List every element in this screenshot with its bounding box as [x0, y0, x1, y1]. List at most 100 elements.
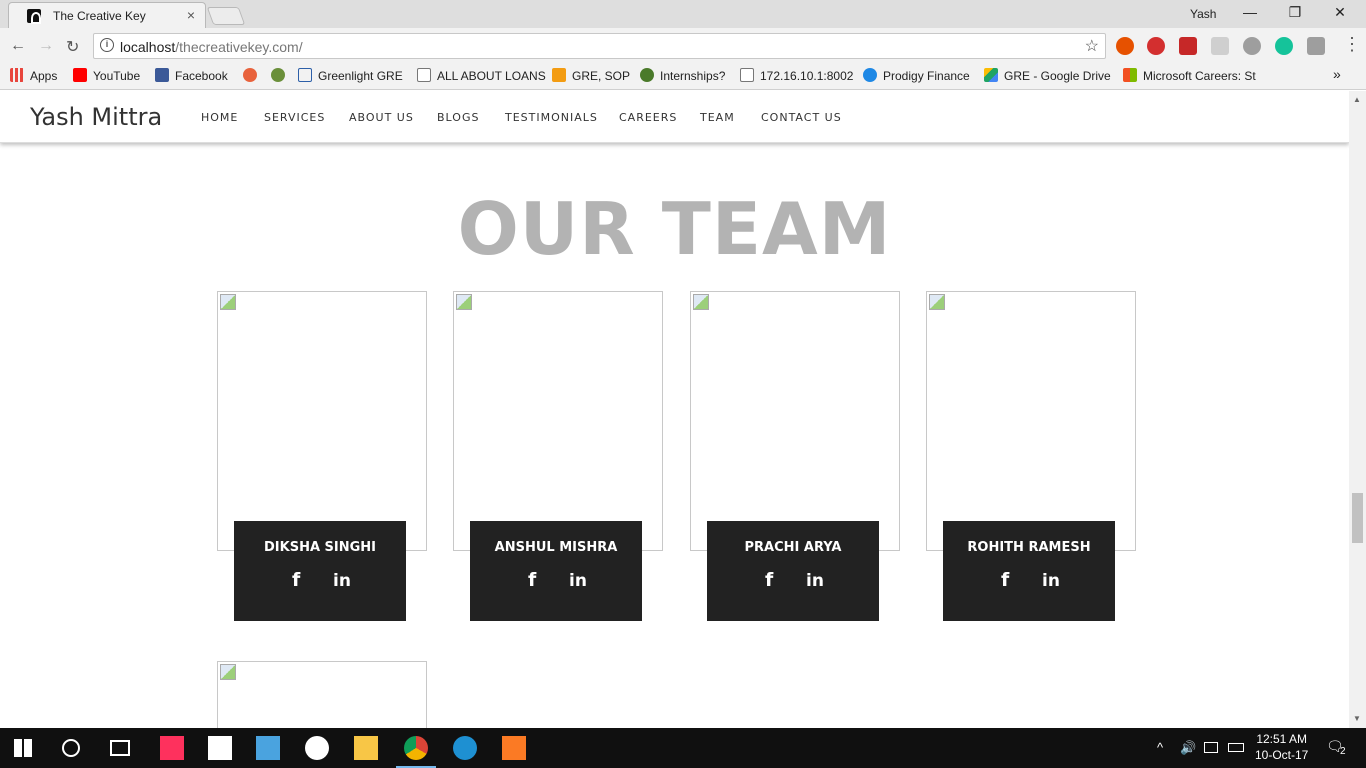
url-text[interactable]: localhost/thecreativekey.com/ [120, 39, 303, 55]
camera-extension-icon[interactable] [1307, 37, 1325, 55]
member-name: PRACHI ARYA [744, 540, 842, 555]
extension-icon[interactable] [1211, 37, 1229, 55]
video-extension-icon[interactable] [1179, 37, 1197, 55]
chrome-menu-icon[interactable]: ⋮ [1343, 34, 1361, 55]
facebook-icon[interactable]: f [1001, 569, 1009, 591]
clock-time: 12:51 AM [1256, 732, 1308, 746]
cloud-extension-icon[interactable] [1243, 37, 1261, 55]
browser-tab[interactable]: The Creative Key × [8, 2, 206, 28]
new-tab-button[interactable] [206, 7, 246, 25]
broken-image-icon [220, 294, 236, 310]
member-name: ROHITH RAMESH [967, 540, 1091, 555]
team-photo [217, 291, 427, 551]
nav-services[interactable]: SERVICES [264, 111, 325, 124]
volume-icon[interactable]: 🔊 [1180, 740, 1196, 756]
nav-careers[interactable]: CAREERS [619, 111, 677, 124]
bookmark-prodigy-finance[interactable]: Prodigy Finance [863, 68, 970, 83]
member-name: ANSHUL MISHRA [494, 540, 618, 555]
windows-start-icon[interactable] [14, 739, 32, 757]
team-photo [926, 291, 1136, 551]
adblock-icon[interactable] [1147, 37, 1165, 55]
system-clock[interactable]: 12:51 AM 10-Oct-17 [1255, 731, 1308, 763]
tray-expand-icon[interactable]: ^ [1157, 740, 1163, 755]
page-icon [740, 68, 754, 82]
nav-contact-us[interactable]: CONTACT US [761, 111, 842, 124]
facebook-icon[interactable]: f [528, 569, 536, 591]
nav-about-us[interactable]: ABOUT US [349, 111, 414, 124]
iheartradio-icon[interactable] [305, 736, 329, 760]
bookmark-facebook[interactable]: Facebook [155, 68, 228, 83]
page-icon [417, 68, 431, 82]
bookmark-internships[interactable]: Internships? [640, 68, 725, 83]
facebook-icon[interactable]: f [292, 569, 300, 591]
forward-button[interactable]: → [38, 37, 54, 55]
linkedin-icon[interactable]: in [333, 571, 351, 591]
chrome-icon[interactable] [404, 736, 428, 760]
nav-blogs[interactable]: BLOGS [437, 111, 479, 124]
bookmark-cat[interactable] [271, 68, 291, 83]
wifi-app-icon[interactable] [453, 736, 477, 760]
cortana-icon[interactable] [62, 739, 80, 757]
bookmarks-overflow-icon[interactable]: » [1333, 66, 1341, 82]
team-card: PRACHI ARYA f in [707, 521, 879, 621]
prodigy-icon [863, 68, 877, 82]
bookmark-gre-google-drive[interactable]: GRE - Google Drive [984, 68, 1111, 83]
linkedin-icon[interactable]: in [569, 571, 587, 591]
grammarly-icon[interactable] [1275, 37, 1293, 55]
scrollbar-thumb[interactable] [1352, 493, 1363, 543]
scroll-up-icon[interactable]: ▲ [1353, 95, 1361, 104]
keyhole-favicon-icon [27, 9, 41, 24]
intellij-icon[interactable] [160, 736, 184, 760]
chart-icon [552, 68, 566, 82]
fire-extension-icon[interactable] [1116, 37, 1134, 55]
bookmarks-bar: Apps YouTube Facebook Greenlight GRE ALL… [0, 64, 1366, 90]
greenlight-icon [298, 68, 312, 82]
profile-name[interactable]: Yash [1190, 7, 1216, 21]
member-name: DIKSHA SINGHI [264, 540, 376, 555]
linkedin-icon[interactable]: in [1042, 571, 1060, 591]
page-scrollbar[interactable]: ▲ ▼ [1349, 91, 1366, 728]
close-window-button[interactable]: ✕ [1320, 4, 1360, 24]
notification-count: 2 [1340, 746, 1346, 757]
team-photo [217, 661, 427, 728]
tab-close-icon[interactable]: × [187, 7, 195, 23]
minimize-button[interactable]: — [1230, 4, 1270, 24]
bookmark-gre-sop[interactable]: GRE, SOP [552, 68, 630, 83]
back-button[interactable]: ← [10, 37, 26, 55]
bookmark-all-about-loans[interactable]: ALL ABOUT LOANS [417, 68, 546, 83]
info-icon[interactable]: i [100, 38, 114, 52]
google-drive-icon [984, 68, 998, 82]
site-brand[interactable]: Yash Mittra [30, 103, 162, 131]
site-navbar: Yash Mittra HOME SERVICES ABOUT US BLOGS… [0, 91, 1349, 143]
store-icon[interactable] [208, 736, 232, 760]
task-view-icon[interactable] [110, 740, 130, 756]
bookmark-apps[interactable]: Apps [10, 68, 57, 83]
url-path: /thecreativekey.com/ [175, 39, 303, 55]
nav-team[interactable]: TEAM [700, 111, 735, 124]
team-card: ANSHUL MISHRA f in [470, 521, 642, 621]
url-host: localhost [120, 39, 176, 55]
bookmark-ip[interactable]: 172.16.10.1:8002 [740, 68, 853, 83]
app-icon[interactable] [256, 736, 280, 760]
facebook-icon[interactable]: f [765, 569, 773, 591]
cat-icon [271, 68, 285, 82]
network-icon[interactable] [1204, 742, 1218, 753]
bird-icon [640, 68, 654, 82]
xampp-icon[interactable] [502, 736, 526, 760]
team-photo [453, 291, 663, 551]
linkedin-icon[interactable]: in [806, 571, 824, 591]
scroll-down-icon[interactable]: ▼ [1353, 714, 1361, 723]
bookmark-owl[interactable] [243, 68, 263, 83]
address-bar[interactable]: i localhost/thecreativekey.com/ ☆ [93, 33, 1106, 59]
bookmark-greenlight-gre[interactable]: Greenlight GRE [298, 68, 403, 83]
battery-icon[interactable] [1228, 743, 1244, 752]
bookmark-youtube[interactable]: YouTube [73, 68, 140, 83]
bookmark-star-icon[interactable]: ☆ [1085, 36, 1099, 56]
file-explorer-icon[interactable] [354, 736, 378, 760]
nav-home[interactable]: HOME [201, 111, 238, 124]
reload-button[interactable]: ↻ [66, 37, 79, 57]
nav-testimonials[interactable]: TESTIMONIALS [505, 111, 598, 124]
youtube-icon [73, 68, 87, 82]
bookmark-microsoft-careers[interactable]: Microsoft Careers: St [1123, 68, 1259, 83]
restore-button[interactable]: ❐ [1275, 4, 1315, 24]
